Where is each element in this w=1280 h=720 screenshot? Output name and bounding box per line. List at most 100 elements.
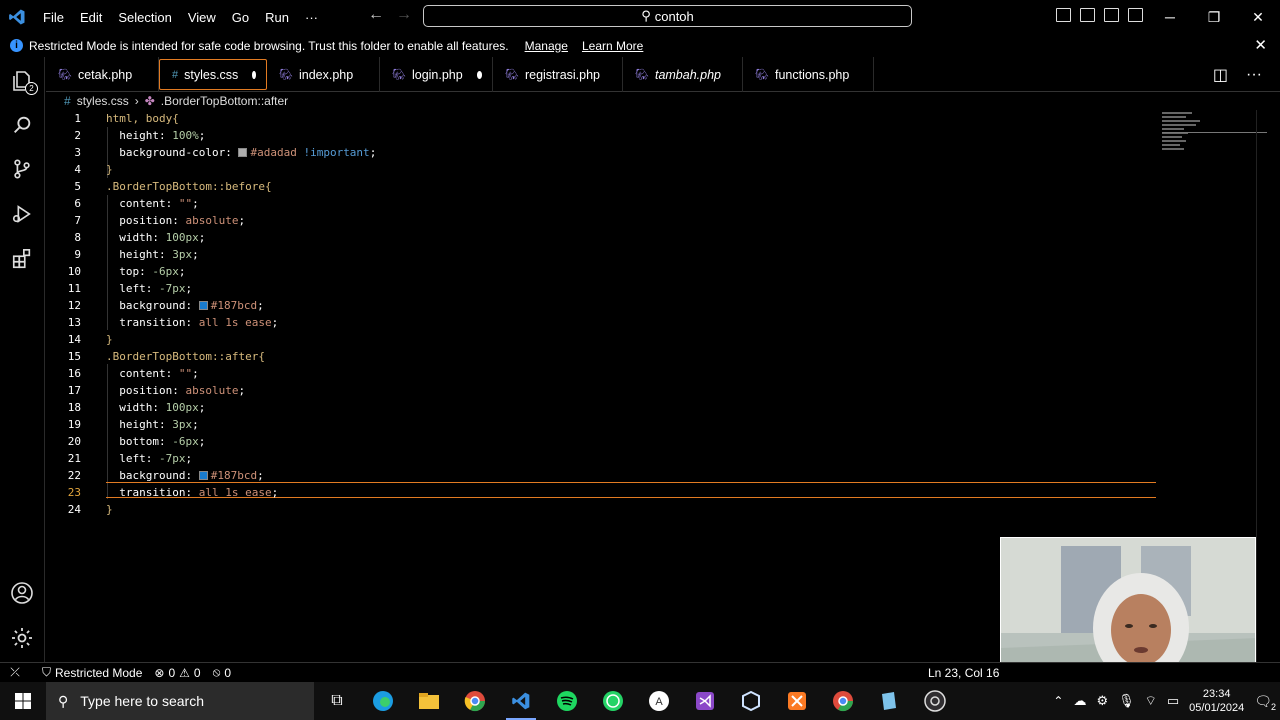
tab-label: registrasi.php [524,67,601,82]
breadcrumb-symbol[interactable]: .BorderTopBottom::after [161,94,288,108]
chrome-icon[interactable] [452,682,498,720]
css-property: transition: [119,486,193,499]
toggle-panel-icon[interactable] [1080,8,1095,22]
virtualbox-icon[interactable] [728,682,774,720]
manage-link[interactable]: Manage [525,39,568,53]
task-view-icon[interactable]: ⧉ [314,682,360,720]
tray-chevron-up-icon[interactable]: ⌃ [1053,694,1063,708]
edge-icon[interactable] [360,682,406,720]
source-control-icon[interactable] [8,155,36,183]
remote-indicator-icon[interactable]: ⤫ [0,663,30,683]
toggle-secondary-sidebar-icon[interactable] [1104,8,1119,22]
menu-run[interactable]: Run [258,10,296,25]
css-value: #187bcd [210,469,258,482]
cursor-position[interactable]: Ln 23, Col 16 [928,666,999,680]
explorer-badge: 2 [25,82,38,95]
css-value: -7px [159,452,186,465]
back-arrow-icon[interactable]: ← [368,6,384,24]
menu-selection[interactable]: Selection [111,10,178,25]
notepad-icon[interactable] [866,682,912,720]
line-number: 10 [67,265,81,278]
code-line: 9 height: 3px; [46,246,1156,263]
taskbar-search[interactable]: ⚲ Type here to search [46,682,314,720]
code-line: 15 .BorderTopBottom::after{ [46,348,1156,365]
menu-file[interactable]: File [36,10,71,25]
vscode-icon[interactable] [498,682,544,720]
tab-tambah-php[interactable]: 🐘︎ tambah.php [623,57,743,92]
symbol-icon: ✤ [144,94,155,108]
tab-label: tambah.php [654,67,721,82]
menu-go[interactable]: Go [225,10,256,25]
code-text: } [106,503,113,516]
color-swatch[interactable] [198,301,208,310]
breadcrumb-file[interactable]: styles.css [77,94,129,108]
css-property: position: [119,384,179,397]
menu-view[interactable]: View [181,10,223,25]
line-number: 12 [67,299,81,312]
command-center[interactable]: ⚲ contoh [423,5,912,27]
onedrive-icon[interactable]: ☁ [1073,693,1086,709]
spotify-icon[interactable] [544,682,590,720]
color-swatch[interactable] [238,148,248,157]
obs-icon[interactable] [912,682,958,720]
app-icon[interactable]: A [636,682,682,720]
extensions-icon[interactable] [8,245,36,273]
line-number: 1 [74,112,81,125]
run-debug-icon[interactable] [8,200,36,228]
search-icon[interactable] [8,111,36,139]
wifi-icon[interactable]: ⌔ [1145,693,1157,709]
css-value: 100px [165,231,199,244]
microphone-icon[interactable]: 🎙︎ [1118,693,1135,709]
tab-login-php[interactable]: 🐘︎ login.php [380,57,493,92]
vertical-scrollbar[interactable] [1256,110,1268,662]
code-line: 24} [46,501,1156,518]
code-line: 4} [46,161,1156,178]
tab-functions-php[interactable]: 🐘︎ functions.php [743,57,874,92]
restore-icon[interactable]: ❐ [1192,0,1236,34]
learn-more-link[interactable]: Learn More [582,39,643,53]
more-actions-icon[interactable]: ··· [1246,66,1262,84]
settings-gear-icon[interactable] [8,624,36,652]
tab-styles-css[interactable]: # styles.css [159,59,267,90]
forward-arrow-icon[interactable]: → [396,6,412,24]
restricted-mode-status[interactable]: ⛉ Restricted Mode [42,665,142,680]
tab-actions: ◫ ··· [1213,57,1280,92]
tab-registrasi-php[interactable]: 🐘︎ registrasi.php [493,57,623,92]
customize-layout-icon[interactable] [1128,8,1143,22]
close-icon[interactable]: ✕ [1236,0,1280,34]
windows-start-icon[interactable] [0,682,46,720]
minimap[interactable] [1162,110,1267,170]
code-line: 10 top: -6px; [46,263,1156,280]
tray-app-icon[interactable]: ⚙ [1096,693,1108,709]
visual-studio-icon[interactable] [682,682,728,720]
accounts-icon[interactable] [8,579,36,607]
banner-close-icon[interactable]: ✕ [1254,36,1267,54]
xampp-icon[interactable] [774,682,820,720]
menu-edit[interactable]: Edit [73,10,109,25]
clock[interactable]: 23:34 05/01/2024 [1189,687,1244,715]
tab-label: index.php [298,67,354,82]
problems-status[interactable]: ⊗ 0 ⚠ 0 [154,666,200,680]
toggle-sidebar-icon[interactable] [1056,8,1071,22]
tab-cetak-php[interactable]: 🐘︎ cetak.php [46,57,159,92]
split-editor-icon[interactable]: ◫ [1213,65,1228,85]
whatsapp-icon[interactable] [590,682,636,720]
code-line: 22 background: #187bcd; [46,467,1156,484]
line-number: 4 [74,163,81,176]
css-value: absolute [185,384,239,397]
tab-label: cetak.php [77,67,133,82]
notifications-icon[interactable]: 🗨︎ 2 [1254,693,1276,712]
unsaved-dot-icon[interactable] [476,70,482,79]
color-swatch[interactable] [198,471,208,480]
line-number: 20 [67,435,81,448]
ports-status[interactable]: ⦸ 0 [213,665,232,680]
battery-icon[interactable]: ▭ [1167,693,1179,709]
code-line: 20 bottom: -6px; [46,433,1156,450]
minimize-icon[interactable]: ─ [1148,0,1192,34]
file-explorer-icon[interactable] [406,682,452,720]
chrome-alt-icon[interactable] [820,682,866,720]
menu-more[interactable]: ··· [298,10,325,25]
explorer-icon[interactable]: 2 [8,67,38,95]
unsaved-dot-icon[interactable] [252,70,256,79]
tab-index-php[interactable]: 🐘︎ index.php [267,57,380,92]
